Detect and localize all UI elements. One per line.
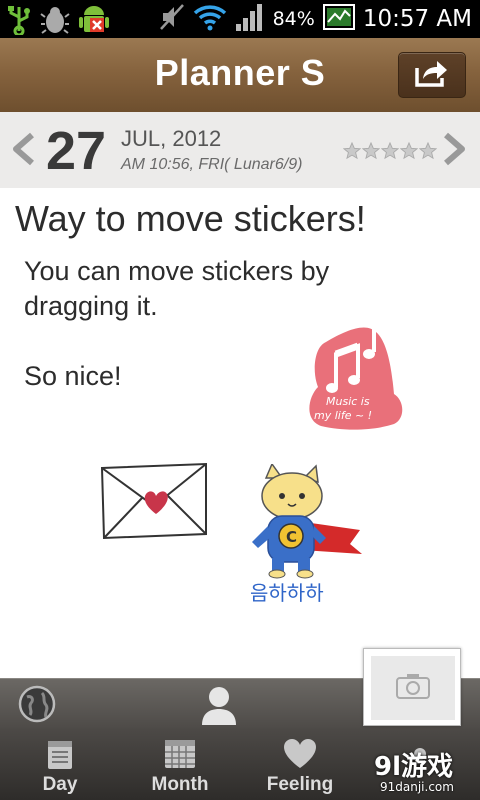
tab-day[interactable]: Day: [0, 728, 120, 800]
note-title[interactable]: Way to move stickers!: [15, 198, 366, 240]
star-icon[interactable]: [381, 142, 399, 160]
share-icon: [414, 58, 450, 92]
camera-button-face: [371, 656, 455, 720]
tab-feeling[interactable]: Feeling: [240, 728, 360, 800]
star-icon[interactable]: [362, 142, 380, 160]
cat-caption: 음하하하: [250, 581, 324, 605]
day-number: 27: [46, 121, 107, 181]
tab-day-label: Day: [42, 774, 78, 795]
month-year: JUL, 2012: [121, 126, 222, 151]
star-icon[interactable]: [343, 142, 361, 160]
app-header: Planner S: [0, 38, 480, 112]
globe-button[interactable]: [18, 685, 56, 727]
camera-button[interactable]: [363, 648, 461, 726]
time-detail: AM 10:56, FRI( Lunar6/9): [121, 156, 303, 173]
tab-feeling-label: Feeling: [266, 774, 334, 795]
music-sticker-text: Music is: [326, 395, 370, 408]
tab-month-label: Month: [151, 774, 209, 795]
envelope-sticker[interactable]: [98, 462, 210, 546]
camera-icon: [396, 673, 430, 703]
cat-sticker[interactable]: C 음하하하: [244, 462, 368, 618]
battery-percent: 84%: [272, 8, 315, 30]
star-icon[interactable]: [400, 142, 418, 160]
calendar-month-icon: [163, 736, 197, 772]
clock: 10:57 AM: [362, 6, 472, 32]
status-bar: 84% 10:57 AM: [0, 0, 480, 38]
note-content: Way to move stickers! You can move stick…: [0, 188, 480, 678]
watermark-logo: 9l游戏: [374, 752, 454, 782]
bug-icon: [40, 5, 70, 39]
rating-stars[interactable]: [343, 142, 437, 160]
heart-icon: [283, 736, 317, 772]
svg-text:my life ~ !: my life ~ !: [314, 409, 372, 422]
person-icon: [200, 687, 238, 729]
wifi-icon: [193, 3, 227, 35]
tab-month[interactable]: Month: [120, 728, 240, 800]
watermark-url: 91danji.com: [380, 780, 454, 794]
cat-badge: C: [286, 528, 297, 546]
next-day-button[interactable]: [442, 132, 468, 170]
usb-icon: [6, 5, 32, 39]
calendar-day-icon: [46, 736, 74, 772]
date-bar: 27 JUL, 2012 AM 10:56, FRI( Lunar6/9): [0, 112, 480, 188]
previous-day-button[interactable]: [10, 132, 36, 170]
star-icon[interactable]: [419, 142, 437, 160]
share-button[interactable]: [398, 52, 466, 98]
signal-icon: [235, 2, 265, 36]
chevron-right-icon: [442, 132, 468, 170]
chevron-left-icon: [10, 132, 36, 170]
gallery-icon: [322, 4, 355, 34]
watermark: 9l游戏 91danji.com: [366, 742, 480, 800]
music-sticker[interactable]: Music is my life ~ !: [306, 302, 406, 436]
profile-button[interactable]: [200, 685, 238, 729]
globe-icon: [18, 685, 56, 727]
android-error-icon: [78, 4, 110, 40]
mute-icon: [159, 3, 185, 35]
